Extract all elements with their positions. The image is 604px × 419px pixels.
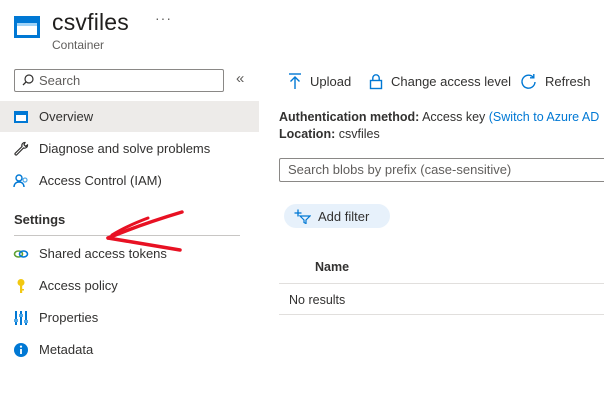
- change-access-level-label: Change access level: [391, 73, 511, 89]
- more-options-button[interactable]: ···: [155, 10, 172, 26]
- sidebar-item-label: Diagnose and solve problems: [39, 141, 211, 156]
- change-access-level-button[interactable]: Change access level: [369, 71, 511, 91]
- people-icon: [13, 174, 28, 188]
- location-value: csvfiles: [338, 127, 380, 141]
- table-divider: [279, 283, 604, 284]
- annotation-arrow: [106, 210, 184, 252]
- sidebar-item-label: Metadata: [39, 342, 94, 357]
- upload-icon: [289, 72, 301, 89]
- add-filter-label: Add filter: [318, 209, 370, 224]
- collapse-sidebar-button[interactable]: «: [236, 70, 244, 87]
- key-icon: [17, 279, 25, 293]
- sidebar-item-label: Access Control (IAM): [39, 173, 162, 188]
- table-divider: [279, 314, 604, 315]
- auth-label: Authentication method:: [279, 110, 420, 124]
- refresh-icon: [521, 73, 536, 89]
- properties-icon: [14, 311, 28, 325]
- refresh-button[interactable]: Refresh: [520, 71, 591, 91]
- refresh-label: Refresh: [545, 73, 591, 89]
- upload-label: Upload: [310, 73, 352, 89]
- sidebar-item-properties[interactable]: Properties: [0, 302, 259, 333]
- upload-button[interactable]: Upload: [288, 71, 351, 91]
- sidebar-item-diagnose[interactable]: Diagnose and solve problems: [0, 133, 259, 164]
- container-icon: [14, 14, 40, 40]
- info-icon: [14, 343, 28, 357]
- sidebar-item-metadata[interactable]: Metadata: [0, 334, 259, 365]
- page-subtitle: Container: [52, 38, 105, 52]
- add-filter-button[interactable]: Add filter: [284, 204, 390, 228]
- overview-icon: [14, 111, 28, 123]
- sidebar-item-label: Overview: [39, 109, 94, 124]
- wrench-icon: [14, 141, 29, 156]
- location: Location: csvfiles: [279, 127, 380, 141]
- sidebar-search-input[interactable]: Search: [14, 69, 224, 92]
- sidebar-search-placeholder: Search: [39, 73, 81, 88]
- lock-icon: [369, 73, 383, 89]
- sidebar-item-iam[interactable]: Access Control (IAM): [0, 165, 259, 196]
- sidebar-item-label: Properties: [39, 310, 99, 325]
- add-filter-icon: [294, 209, 311, 224]
- settings-section-title: Settings: [14, 212, 66, 227]
- blob-search-placeholder: Search blobs by prefix (case-sensitive): [288, 162, 512, 177]
- authentication-method: Authentication method: Access key (Switc…: [279, 110, 599, 124]
- switch-auth-link[interactable]: (Switch to Azure AD: [489, 110, 599, 124]
- blob-search-input[interactable]: Search blobs by prefix (case-sensitive): [279, 158, 604, 182]
- location-label: Location:: [279, 127, 336, 141]
- column-header-name[interactable]: Name: [315, 260, 349, 274]
- sidebar-item-access-policy[interactable]: Access policy: [0, 270, 259, 301]
- sidebar-item-overview[interactable]: Overview: [0, 101, 259, 132]
- link-icon: [13, 250, 29, 258]
- sidebar-item-label: Access policy: [39, 278, 118, 293]
- page-title: csvfiles: [52, 9, 130, 35]
- auth-value: Access key: [422, 110, 486, 124]
- search-icon: [22, 74, 34, 86]
- empty-results-text: No results: [289, 293, 346, 307]
